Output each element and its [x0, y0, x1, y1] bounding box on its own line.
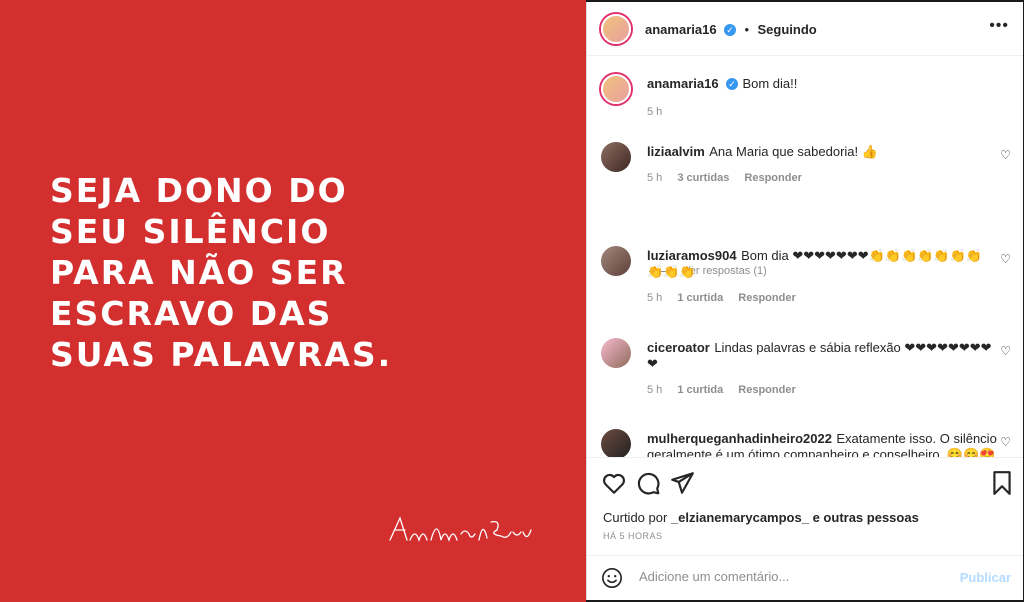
commenter-avatar[interactable] — [601, 142, 631, 172]
commenter-avatar[interactable] — [601, 338, 631, 368]
comment-username[interactable]: luziaramos904 — [647, 248, 737, 263]
verified-icon: ✓ — [726, 77, 739, 90]
author-avatar[interactable] — [601, 14, 631, 44]
comment-username[interactable]: ciceroator — [647, 340, 710, 355]
comment-likes[interactable]: 1 curtida — [677, 292, 723, 304]
comment-username[interactable]: mulherqueganhadinheiro2022 — [647, 431, 832, 446]
verified-icon: ✓ — [724, 23, 737, 36]
likes-others-link[interactable]: e outras pessoas — [813, 510, 919, 525]
post-side-panel: anamaria16 ✓ • Seguindo ••• anamaria16 ✓… — [586, 2, 1023, 600]
share-paper-plane-icon[interactable] — [669, 470, 695, 496]
like-comment-heart-icon[interactable]: ♡ — [1000, 435, 1011, 449]
caption-text: Bom dia!! — [742, 76, 798, 91]
comment-username[interactable]: liziaalvim — [647, 144, 705, 159]
caption-username[interactable]: anamaria16 — [647, 76, 719, 91]
following-button[interactable]: Seguindo — [757, 22, 816, 37]
comment-text: Ana Maria que sabedoria! 👍 — [709, 144, 878, 159]
like-comment-heart-icon[interactable]: ♡ — [1000, 252, 1011, 266]
publish-button[interactable]: Publicar — [960, 570, 1011, 585]
save-bookmark-icon[interactable] — [989, 470, 1015, 496]
emoji-icon[interactable] — [601, 567, 623, 589]
separator-dot: • — [744, 22, 750, 37]
comment-bubble-icon[interactable] — [635, 470, 661, 496]
likes-prefix: Curtido por — [603, 510, 668, 525]
comment-time[interactable]: 5 h — [647, 384, 662, 396]
post-date[interactable]: HÁ 5 HORAS — [603, 531, 663, 541]
more-options-icon[interactable]: ••• — [989, 17, 1009, 35]
reply-button[interactable]: Responder — [738, 292, 795, 304]
author-username[interactable]: anamaria16 — [645, 22, 717, 37]
comment-likes[interactable]: 3 curtidas — [677, 172, 729, 184]
add-comment-bar: Publicar — [587, 555, 1023, 600]
post-header: anamaria16 ✓ • Seguindo ••• — [587, 2, 1023, 56]
comment-likes[interactable]: 1 curtida — [677, 384, 723, 396]
comment-time[interactable]: 5 h — [647, 292, 662, 304]
post-quote-text: SEJA DONO DO SEU SILÊNCIO PARA NÃO SER E… — [50, 171, 393, 374]
commenter-avatar[interactable] — [601, 246, 631, 276]
comments-list[interactable]: anamaria16 ✓ Bom dia!! 5 h liziaalvim An… — [587, 56, 1023, 457]
signature-image — [389, 516, 532, 543]
caption-avatar[interactable] — [601, 74, 631, 104]
post-image[interactable]: SEJA DONO DO SEU SILÊNCIO PARA NÃO SER E… — [0, 0, 586, 602]
comment-time[interactable]: 5 h — [647, 172, 662, 184]
reply-button[interactable]: Responder — [744, 172, 801, 184]
like-comment-heart-icon[interactable]: ♡ — [1000, 344, 1011, 358]
comment-input[interactable] — [637, 568, 951, 585]
like-comment-heart-icon[interactable]: ♡ — [1000, 148, 1011, 162]
commenter-avatar[interactable] — [601, 429, 631, 457]
like-heart-icon[interactable] — [601, 470, 627, 496]
caption-time[interactable]: 5 h — [647, 106, 662, 118]
reply-button[interactable]: Responder — [738, 384, 795, 396]
post-actions: Curtido por _elzianemarycampos_ e outras… — [587, 457, 1023, 558]
likes-summary: Curtido por _elzianemarycampos_ e outras… — [603, 510, 919, 525]
likes-user-link[interactable]: _elzianemarycampos_ — [671, 510, 809, 525]
